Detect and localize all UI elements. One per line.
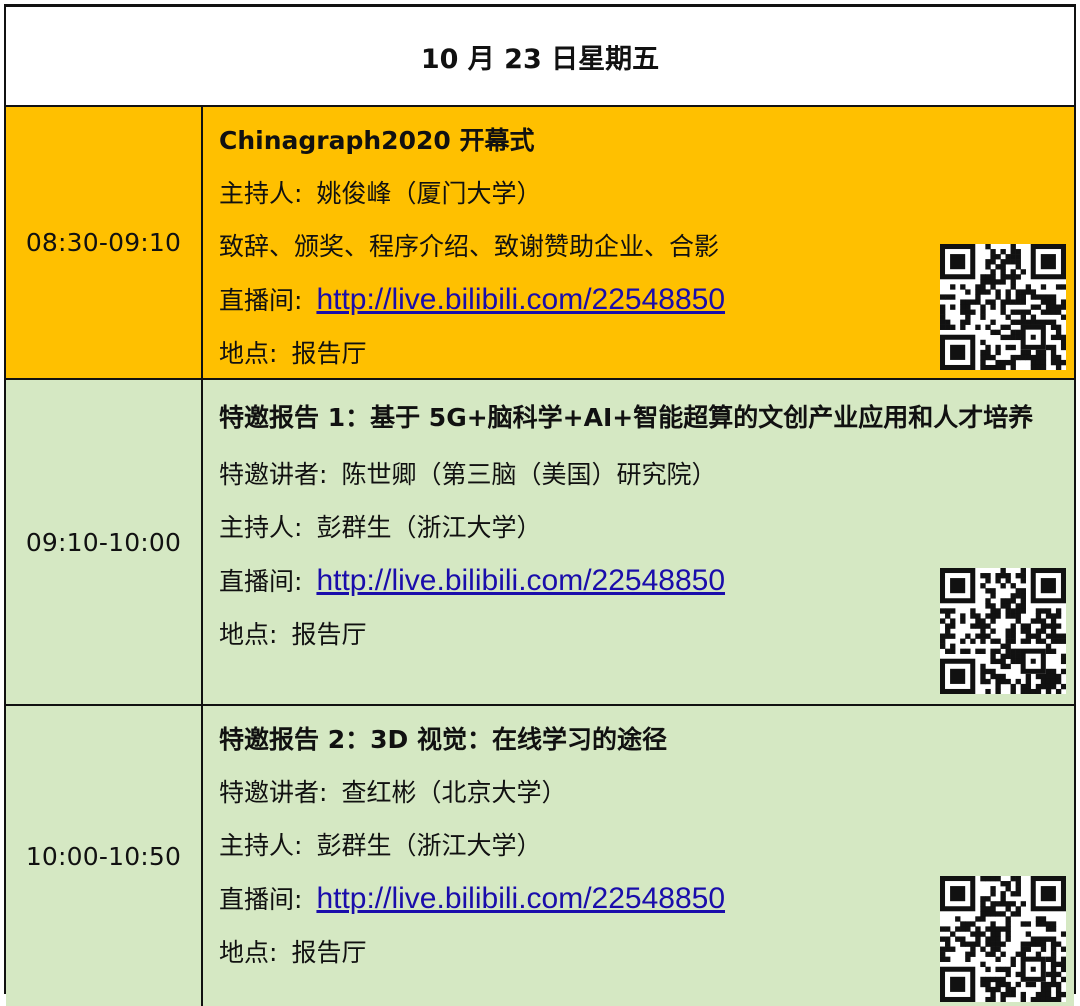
schedule-table: 10 月 23 日星期五 08:30-09:10 Chinagraph2020 … [4, 4, 1076, 1006]
stream-link[interactable]: http://live.bilibili.com/22548850 [316, 283, 725, 316]
stream-label: 直播间: [219, 885, 303, 914]
host-label: 主持人: [219, 513, 303, 542]
venue-label: 地点: [219, 620, 278, 649]
session-row-opening: 08:30-09:10 Chinagraph2020 开幕式 主持人: 姚俊峰（厦… [6, 107, 1074, 380]
day-header: 10 月 23 日星期五 [6, 7, 1074, 107]
time-cell: 08:30-09:10 [6, 107, 203, 378]
session-row-keynote-1: 09:10-10:00 特邀报告 1：基于 5G+脑科学+AI+智能超算的文创产… [6, 380, 1074, 706]
stream-link[interactable]: http://live.bilibili.com/22548850 [316, 882, 725, 915]
speaker-name: 查红彬（北京大学） [341, 778, 567, 807]
speaker-label: 特邀讲者: [219, 778, 328, 807]
venue-label: 地点: [219, 339, 278, 368]
venue-name: 报告厅 [291, 620, 367, 649]
host-name: 彭群生（浙江大学） [316, 513, 542, 542]
time-cell: 09:10-10:00 [6, 380, 203, 704]
host-label: 主持人: [219, 831, 303, 860]
stream-link[interactable]: http://live.bilibili.com/22548850 [316, 564, 725, 597]
qr-code-icon[interactable] [940, 568, 1066, 694]
host-name: 姚俊峰（厦门大学） [316, 179, 542, 208]
session-title: 特邀报告 2：3D 视觉：在线学习的途径 [219, 725, 667, 754]
speaker-name: 陈世卿（第三脑（美国）研究院） [341, 460, 717, 489]
host-line: 主持人: 姚俊峰（厦门大学） [219, 167, 1074, 220]
qr-code-icon[interactable] [940, 244, 1066, 370]
stream-label: 直播间: [219, 286, 303, 315]
speaker-line: 特邀讲者: 陈世卿（第三脑（美国）研究院） [219, 448, 1074, 501]
venue-label: 地点: [219, 938, 278, 967]
host-label: 主持人: [219, 179, 303, 208]
session-title: 特邀报告 1：基于 5G+脑科学+AI+智能超算的文创产业应用和人才培养 [219, 403, 1034, 432]
stream-label: 直播间: [219, 567, 303, 596]
qr-code-icon[interactable] [940, 876, 1066, 1002]
host-line: 主持人: 彭群生（浙江大学） [219, 819, 1074, 872]
speaker-line: 特邀讲者: 查红彬（北京大学） [219, 766, 1074, 819]
host-name: 彭群生（浙江大学） [316, 831, 542, 860]
session-row-keynote-2: 10:00-10:50 特邀报告 2：3D 视觉：在线学习的途径 特邀讲者: 查红… [6, 706, 1074, 1006]
venue-name: 报告厅 [291, 938, 367, 967]
host-line: 主持人: 彭群生（浙江大学） [219, 501, 1074, 554]
venue-name: 报告厅 [291, 339, 367, 368]
session-title: Chinagraph2020 开幕式 [219, 126, 535, 155]
time-cell: 10:00-10:50 [6, 706, 203, 1006]
speaker-label: 特邀讲者: [219, 460, 328, 489]
